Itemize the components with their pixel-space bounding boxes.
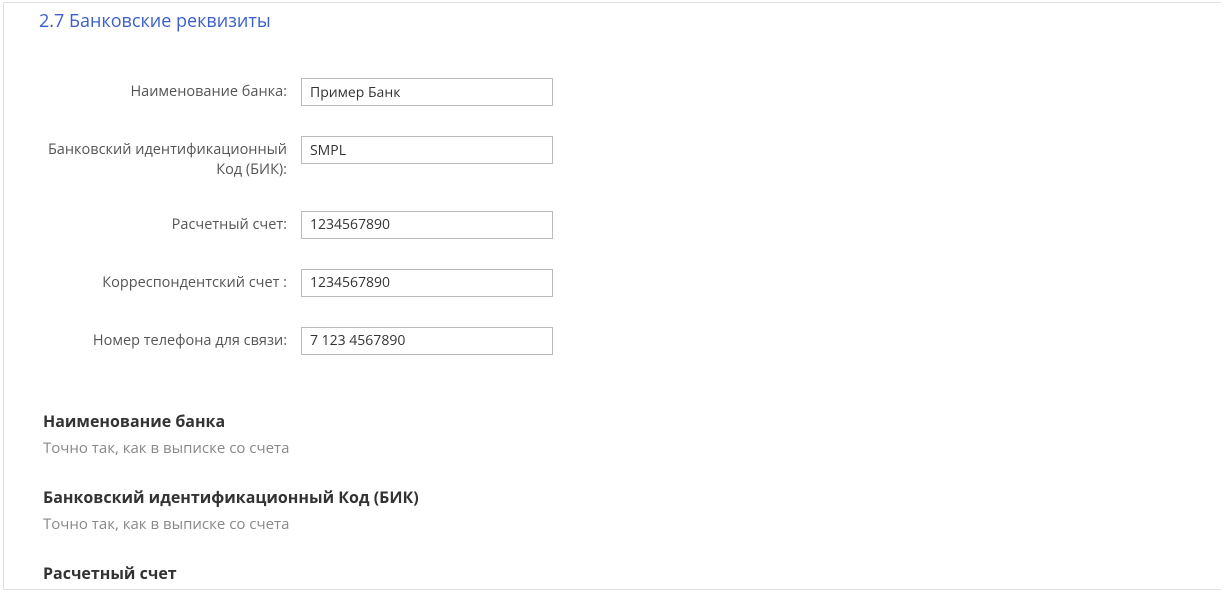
row-bik: Банковский идентификационный Код (БИК): bbox=[39, 136, 1221, 181]
label-bank-name: Наименование банка: bbox=[39, 78, 301, 102]
input-account[interactable] bbox=[301, 211, 553, 239]
row-phone: Номер телефона для связи: bbox=[39, 327, 1221, 355]
row-account: Расчетный счет: bbox=[39, 211, 1221, 239]
input-bank-name[interactable] bbox=[301, 78, 553, 106]
input-corr-account[interactable] bbox=[301, 269, 553, 297]
help-title-bank-name: Наименование банка bbox=[43, 410, 1221, 432]
input-bik[interactable] bbox=[301, 136, 553, 164]
help-title-account: Расчетный счет bbox=[43, 562, 1221, 584]
label-bik: Банковский идентификационный Код (БИК): bbox=[39, 136, 301, 181]
row-bank-name: Наименование банка: bbox=[39, 78, 1221, 106]
help-account: Расчетный счет bbox=[43, 562, 1221, 584]
form-container: 2.7 Банковские реквизиты Наименование ба… bbox=[3, 2, 1221, 590]
help-desc-bik: Точно так, как в выписке со счета bbox=[43, 514, 1221, 534]
row-corr-account: Корреспондентский счет : bbox=[39, 269, 1221, 297]
label-corr-account: Корреспондентский счет : bbox=[39, 269, 301, 293]
label-phone: Номер телефона для связи: bbox=[39, 327, 301, 351]
help-title-bik: Банковский идентификационный Код (БИК) bbox=[43, 486, 1221, 508]
input-phone[interactable] bbox=[301, 327, 553, 355]
help-section: Наименование банка Точно так, как в выпи… bbox=[43, 410, 1221, 584]
section-title: 2.7 Банковские реквизиты bbox=[39, 9, 1221, 33]
help-bik: Банковский идентификационный Код (БИК) Т… bbox=[43, 486, 1221, 534]
label-account: Расчетный счет: bbox=[39, 211, 301, 235]
help-desc-bank-name: Точно так, как в выписке со счета bbox=[43, 438, 1221, 458]
help-bank-name: Наименование банка Точно так, как в выпи… bbox=[43, 410, 1221, 458]
